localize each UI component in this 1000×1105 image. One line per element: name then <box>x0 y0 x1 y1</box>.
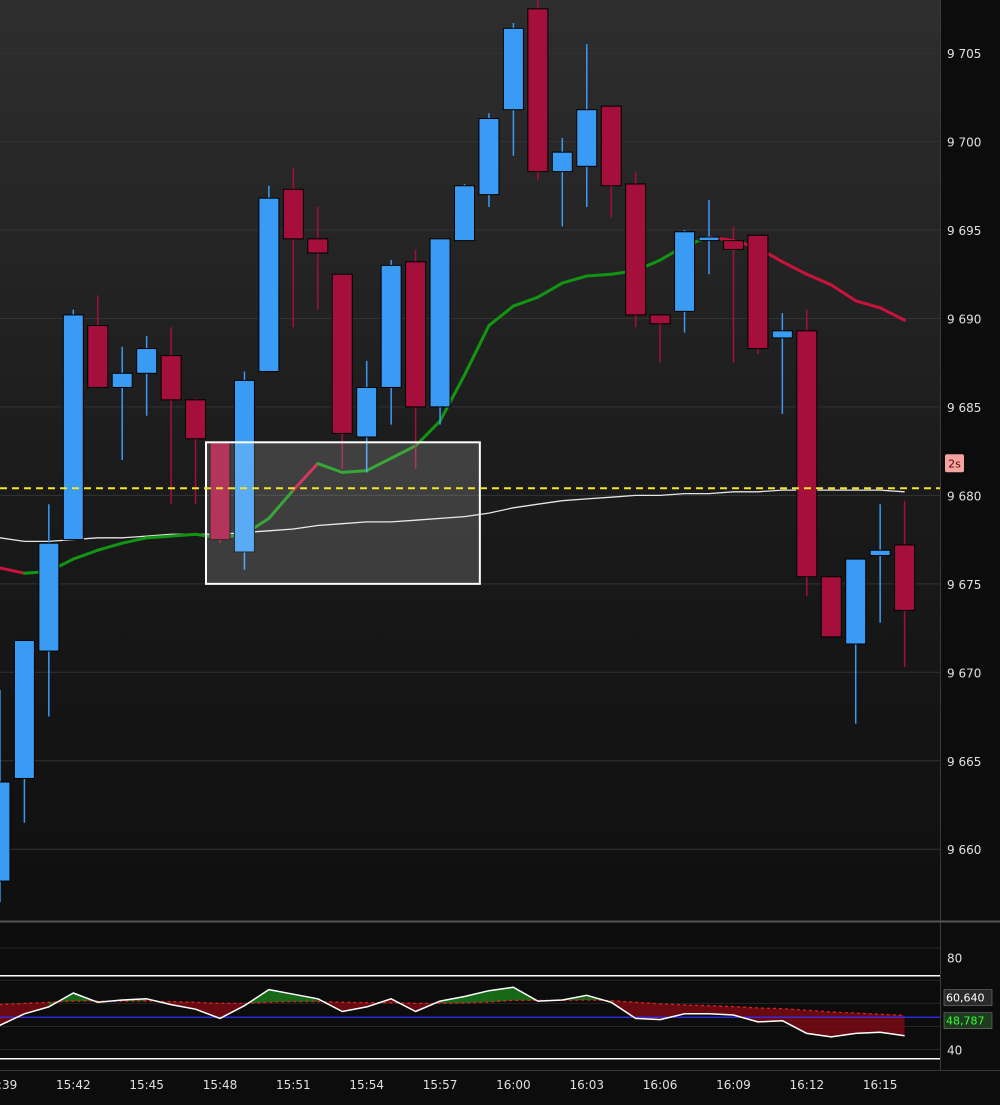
candle-body-down <box>649 314 671 325</box>
candle-body-up <box>38 542 60 652</box>
candle-body-down <box>87 325 109 388</box>
candle-body-down <box>722 240 744 250</box>
time-tick-label: 15:51 <box>276 1078 311 1092</box>
price-tick-label: 9 675 <box>947 578 981 592</box>
time-tick-label: 16:06 <box>643 1078 678 1092</box>
candle-body-up <box>576 109 598 167</box>
candle-body-down <box>820 576 842 638</box>
candle-body-up <box>62 314 84 541</box>
ema-segment <box>585 272 613 278</box>
candle-body-up <box>380 264 402 388</box>
candle-body-down <box>747 234 769 350</box>
price-tick-label: 9 665 <box>947 755 981 769</box>
candle-body-up <box>698 236 720 242</box>
ema-segment <box>169 532 198 538</box>
candle-body-up <box>771 330 793 339</box>
axis-background <box>940 0 1000 1101</box>
timeframe-badge-label: 2s <box>948 457 961 470</box>
candle-body-up <box>845 558 867 645</box>
ema-segment <box>145 534 173 540</box>
candle-body-up <box>258 197 280 373</box>
time-tick-label: 15:39 <box>0 1078 17 1092</box>
candle-body-down <box>796 330 818 578</box>
candle-body-up <box>0 781 11 882</box>
price-tick-label: 9 705 <box>947 47 981 61</box>
time-tick-label: 16:15 <box>863 1078 898 1092</box>
candle-body-up <box>502 27 524 111</box>
oscillator-fill-below <box>855 1013 881 1034</box>
highlight-box <box>205 441 481 585</box>
candle-body-up <box>454 185 475 242</box>
time-tick-label: 16:03 <box>569 1078 604 1092</box>
price-tick-label: 9 670 <box>947 666 981 680</box>
oscillator-value-label: 48,787 <box>946 1015 985 1028</box>
oscillator-tick-label: 40 <box>947 1044 962 1058</box>
candle-body-down <box>307 238 329 254</box>
chart-canvas[interactable]: 9 705 9 700 9 695 9 690 9 685 9 680 9 675 9 670… <box>0 0 1000 1101</box>
oscillator-fill-below <box>806 1010 832 1037</box>
oscillator-fill-below <box>831 1011 856 1037</box>
candle-body-up <box>869 549 891 557</box>
oscillator-fill-below <box>757 1008 783 1022</box>
candle-body-down <box>894 544 916 611</box>
time-tick-label: 15:54 <box>349 1078 384 1092</box>
time-tick-label: 15:48 <box>203 1078 238 1092</box>
candle-body-up <box>551 151 573 173</box>
time-tick-label: 15:45 <box>129 1078 164 1092</box>
candle-body-up <box>111 372 133 388</box>
price-tick-label: 9 700 <box>947 136 981 150</box>
time-tick-label: 15:57 <box>423 1078 458 1092</box>
oscillator-value-label: 60,640 <box>946 992 985 1005</box>
time-tick-label: 16:00 <box>496 1078 531 1092</box>
time-tick-label: 16:12 <box>790 1078 825 1092</box>
time-tick-label: 16:09 <box>716 1078 751 1092</box>
candle-body-up <box>478 118 500 196</box>
time-tick-label: 15:42 <box>56 1078 91 1092</box>
price-tick-label: 9 660 <box>947 843 981 857</box>
candle-body-down <box>185 399 207 440</box>
candle-body-up <box>674 231 696 312</box>
candle-body-down <box>625 183 647 316</box>
oscillator-tick-label: 80 <box>947 951 962 965</box>
price-tick-label: 9 685 <box>947 401 981 415</box>
price-tick-label: 9 695 <box>947 224 981 238</box>
candle-body-up <box>356 386 378 438</box>
candle-body-down <box>600 105 622 187</box>
oscillator-fill-below <box>684 1005 709 1014</box>
price-tick-label: 9 680 <box>947 489 981 503</box>
candle-body-up <box>13 639 35 779</box>
candle-body-up <box>136 348 158 374</box>
candle-body-down <box>331 273 353 434</box>
trading-chart: 9 705 9 700 9 695 9 690 9 685 9 680 9 675 9 670… <box>0 0 1000 1101</box>
timeframe-badge-group: 2s <box>945 454 964 473</box>
candle-body-down <box>282 188 304 240</box>
candle-body-up <box>429 238 451 408</box>
candle-body-down <box>527 8 549 173</box>
candle-body-down <box>160 355 182 401</box>
price-tick-label: 9 690 <box>947 312 981 326</box>
candle-body-down <box>405 261 427 408</box>
